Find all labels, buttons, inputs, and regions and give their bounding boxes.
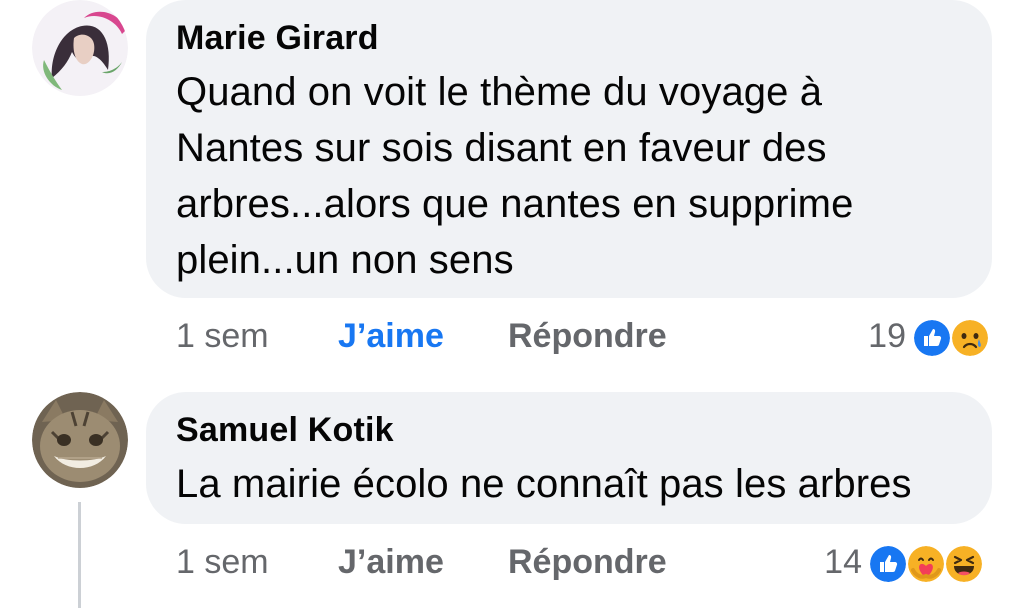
reaction-count: 19 (868, 317, 906, 355)
comment-text-line: Quand on voit le thème du voyage à (176, 70, 823, 114)
like-reaction-icon (868, 544, 908, 584)
avatar-image (32, 0, 128, 96)
care-reaction-icon (906, 544, 946, 584)
reply-button[interactable]: Répondre (508, 540, 667, 584)
avatar[interactable] (32, 0, 128, 96)
comment-text: La mairie écolo ne connaît pas les arbre… (176, 456, 964, 512)
avatar-image (32, 392, 128, 488)
comment-text-line: La mairie écolo ne connaît pas les arbre… (176, 462, 912, 506)
like-button[interactable]: J’aime (338, 314, 444, 358)
comment-author[interactable]: Samuel Kotik (176, 410, 964, 450)
comment-text-line: plein...un non sens (176, 238, 514, 282)
comment-bubble: Marie Girard Quand on voit le thème du v… (146, 0, 992, 298)
reply-thread-line (78, 502, 81, 608)
comment-text-line: Nantes sur sois disant en faveur des (176, 126, 827, 170)
avatar[interactable] (32, 392, 128, 488)
sad-reaction-icon (950, 318, 990, 358)
reaction-count: 14 (824, 543, 862, 581)
comment-author[interactable]: Marie Girard (176, 18, 964, 58)
like-reaction-icon (912, 318, 952, 358)
like-button[interactable]: J’aime (338, 540, 444, 584)
comment-text: Quand on voit le thème du voyage à Nante… (176, 64, 964, 288)
haha-reaction-icon (944, 544, 984, 584)
comment-timestamp[interactable]: 1 sem (176, 540, 269, 584)
comment-bubble: Samuel Kotik La mairie écolo ne connaît … (146, 392, 992, 524)
comment-timestamp[interactable]: 1 sem (176, 314, 269, 358)
reply-button[interactable]: Répondre (508, 314, 667, 358)
comment-text-line: arbres...alors que nantes en supprime (176, 182, 854, 226)
